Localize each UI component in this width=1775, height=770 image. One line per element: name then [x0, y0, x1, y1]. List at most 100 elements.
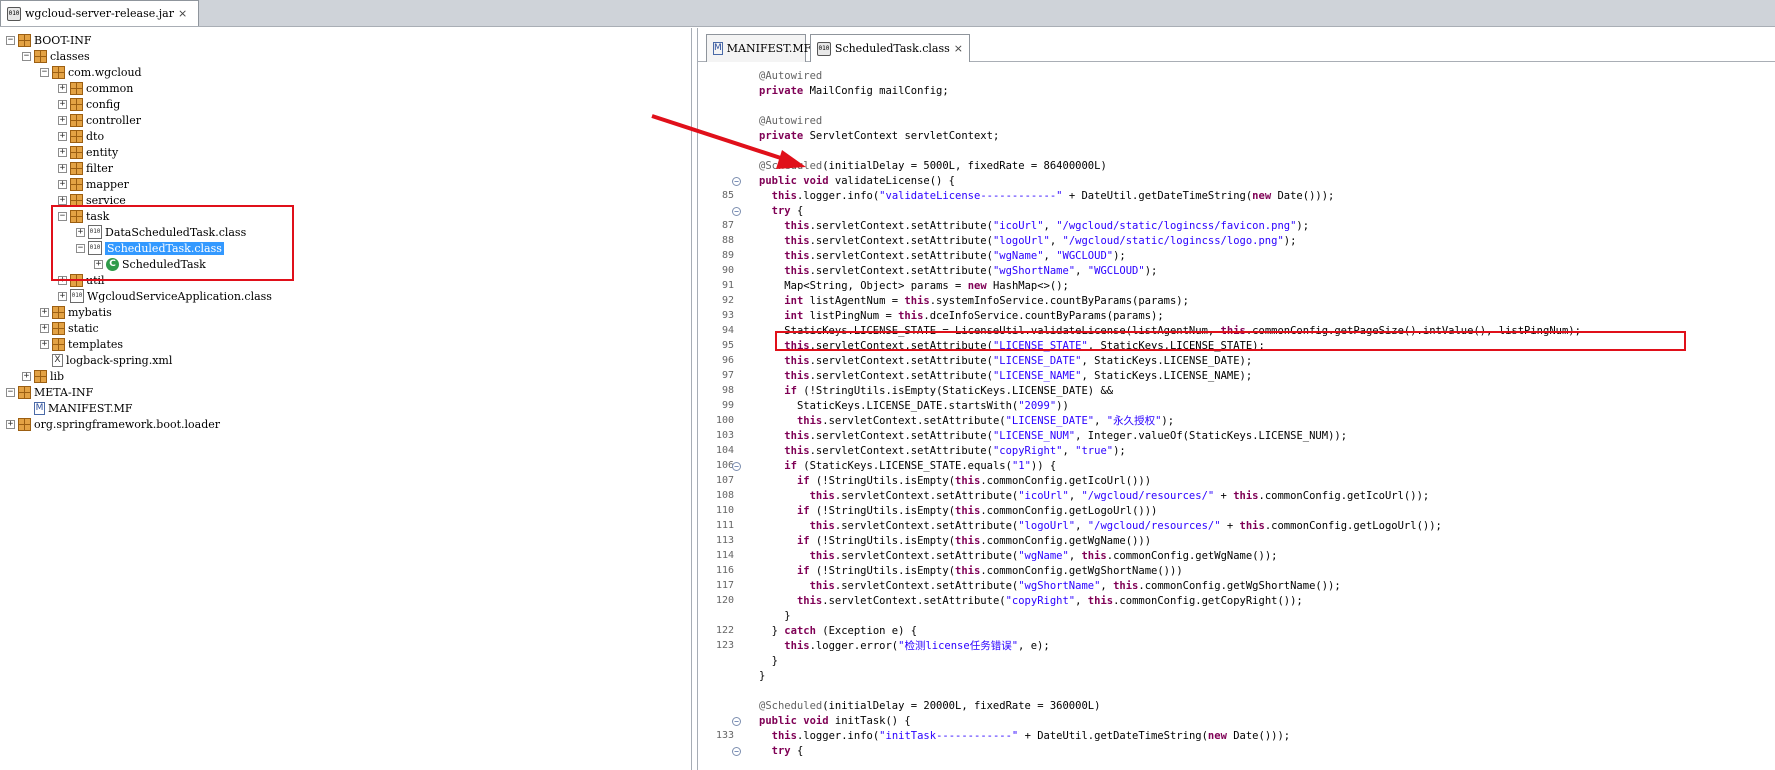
- expand-toggle-icon[interactable]: +: [40, 307, 49, 317]
- collapse-toggle-icon[interactable]: −: [40, 67, 49, 77]
- collapse-toggle-icon[interactable]: −: [6, 387, 15, 397]
- package-icon: [34, 369, 47, 383]
- expand-toggle-icon[interactable]: +: [40, 323, 49, 333]
- tree-item-templates[interactable]: + templates: [40, 336, 123, 352]
- line-number: 108: [715, 490, 734, 501]
- fold-toggle-icon[interactable]: −: [732, 207, 741, 216]
- line-number: 88: [721, 235, 734, 246]
- tree-item-label: WgcloudServiceApplication.class: [87, 289, 272, 303]
- code-line: this.servletContext.setAttribute("wgName…: [809, 550, 1278, 562]
- package-icon: [52, 65, 65, 79]
- code-line: this.servletContext.setAttribute("wgShor…: [784, 265, 1158, 277]
- expand-toggle-icon[interactable]: +: [22, 371, 31, 381]
- code-line: if (!StringUtils.isEmpty(StaticKeys.LICE…: [784, 385, 1114, 397]
- expand-toggle-icon[interactable]: +: [58, 179, 67, 189]
- jar-file-icon: 010: [7, 6, 21, 21]
- close-icon[interactable]: ⨯: [178, 7, 187, 20]
- code-line: this.servletContext.setAttribute("LICENS…: [796, 415, 1175, 427]
- tree-item-wgcloud-service-app[interactable]: +010 WgcloudServiceApplication.class: [58, 288, 272, 304]
- tree-item-logback-spring[interactable]: Xlogback-spring.xml: [40, 352, 172, 368]
- fold-toggle-icon[interactable]: −: [732, 747, 741, 756]
- line-number: 91: [721, 280, 734, 291]
- code-line: if (!StringUtils.isEmpty(this.commonConf…: [796, 565, 1183, 577]
- editor-tab-strip: 010 wgcloud-server-release.jar ⨯: [0, 0, 1775, 27]
- code-line: this.servletContext.setAttribute("wgShor…: [809, 580, 1341, 592]
- tree-item-classes[interactable]: − classes: [22, 48, 90, 64]
- collapse-toggle-icon[interactable]: −: [6, 35, 15, 45]
- line-number: 113: [715, 535, 734, 546]
- line-number: 90: [721, 265, 734, 276]
- tree-item-label: lib: [50, 369, 65, 383]
- expand-toggle-icon[interactable]: +: [58, 131, 67, 141]
- fold-toggle-icon[interactable]: −: [732, 462, 741, 471]
- class-file-icon: 010: [817, 41, 831, 56]
- line-number: 116: [715, 565, 734, 576]
- tree-item-entity[interactable]: + entity: [58, 144, 118, 160]
- code-line: this.servletContext.setAttribute("copyRi…: [784, 445, 1126, 457]
- tab-wgcloud-jar[interactable]: 010 wgcloud-server-release.jar ⨯: [0, 0, 199, 26]
- tree-item-label: META-INF: [34, 385, 94, 399]
- tree-item-controller[interactable]: + controller: [58, 112, 141, 128]
- code-line: }: [759, 610, 791, 622]
- expand-toggle-icon[interactable]: +: [58, 291, 67, 301]
- tree-item-manifest-file[interactable]: M MANIFEST.MF: [22, 400, 133, 416]
- line-number: 111: [715, 520, 734, 531]
- line-number: 87: [721, 220, 734, 231]
- code-line: this.logger.error("检测license任务错误", e);: [784, 640, 1050, 652]
- code-line: this.servletContext.setAttribute("logoUr…: [784, 235, 1297, 247]
- close-icon[interactable]: ⨯: [954, 42, 963, 55]
- package-icon: [18, 385, 31, 399]
- tab-manifest[interactable]: M MANIFEST.MF ⨯: [706, 34, 824, 62]
- tree-item-label: com.wgcloud: [68, 65, 142, 79]
- tree-item-com-wgcloud[interactable]: − com.wgcloud: [40, 64, 142, 80]
- tree-item-static[interactable]: + static: [40, 320, 99, 336]
- code-line: int listAgentNum = this.systemInfoServic…: [784, 295, 1189, 307]
- expand-toggle-icon[interactable]: +: [58, 115, 67, 125]
- package-icon: [70, 145, 83, 159]
- line-number: 133: [715, 730, 734, 741]
- line-number: 96: [721, 355, 734, 366]
- expand-toggle-icon[interactable]: +: [58, 99, 67, 109]
- line-number-gutter: − 85 − 87 88 89 90 91 92 93 94 95 96 97 98 99 100 103 104 1…: [698, 63, 741, 770]
- tree-item-common[interactable]: + common: [58, 80, 133, 96]
- expand-toggle-icon[interactable]: +: [58, 163, 67, 173]
- line-number: 93: [721, 310, 734, 321]
- expand-toggle-icon[interactable]: +: [40, 339, 49, 349]
- highlight-box-task-package: [51, 205, 294, 281]
- tree-item-meta-inf[interactable]: − META-INF: [6, 384, 93, 400]
- tree-item-mapper[interactable]: + mapper: [58, 176, 129, 192]
- tab-scheduled-task[interactable]: 010 ScheduledTask.class ⨯: [810, 34, 970, 62]
- package-icon: [18, 417, 31, 431]
- tree-item-dto[interactable]: + dto: [58, 128, 104, 144]
- code-line: if (!StringUtils.isEmpty(this.commonConf…: [796, 535, 1152, 547]
- tab-title: wgcloud-server-release.jar: [25, 7, 174, 20]
- tree-item-lib[interactable]: + lib: [22, 368, 64, 384]
- line-number: 85: [721, 190, 734, 201]
- tab-title: MANIFEST.MF: [726, 42, 812, 55]
- code-line: @Autowired: [759, 70, 823, 82]
- fold-toggle-icon[interactable]: −: [732, 717, 741, 726]
- tree-item-filter[interactable]: + filter: [58, 160, 113, 176]
- code-line: private MailConfig mailConfig;: [759, 85, 949, 97]
- tree-item-boot-inf[interactable]: − BOOT-INF: [6, 32, 92, 48]
- fold-toggle-icon[interactable]: −: [732, 177, 741, 186]
- expand-toggle-icon[interactable]: +: [58, 195, 67, 205]
- package-icon: [70, 97, 83, 111]
- expand-toggle-icon[interactable]: +: [58, 147, 67, 157]
- package-icon: [70, 177, 83, 191]
- tree-item-mybatis[interactable]: + mybatis: [40, 304, 112, 320]
- tree-item-spring-loader[interactable]: + org.springframework.boot.loader: [6, 416, 220, 432]
- expand-toggle-icon[interactable]: +: [58, 83, 67, 93]
- expand-toggle-icon[interactable]: +: [6, 419, 15, 429]
- line-number: 104: [715, 445, 734, 456]
- package-explorer-tree[interactable]: − BOOT-INF − classes − com.wgcloud + common + con…: [0, 28, 692, 770]
- code-area[interactable]: − 85 − 87 88 89 90 91 92 93 94 95 96 97 98 99 100 103 104 1…: [698, 63, 1775, 770]
- line-number: 92: [721, 295, 734, 306]
- package-icon: [70, 161, 83, 175]
- collapse-toggle-icon[interactable]: −: [22, 51, 31, 61]
- tree-item-label: logback-spring.xml: [66, 353, 173, 367]
- tree-item-config[interactable]: + config: [58, 96, 120, 112]
- line-number: 95: [721, 340, 734, 351]
- line-number: 123: [715, 640, 734, 651]
- xml-file-icon: X: [52, 353, 63, 367]
